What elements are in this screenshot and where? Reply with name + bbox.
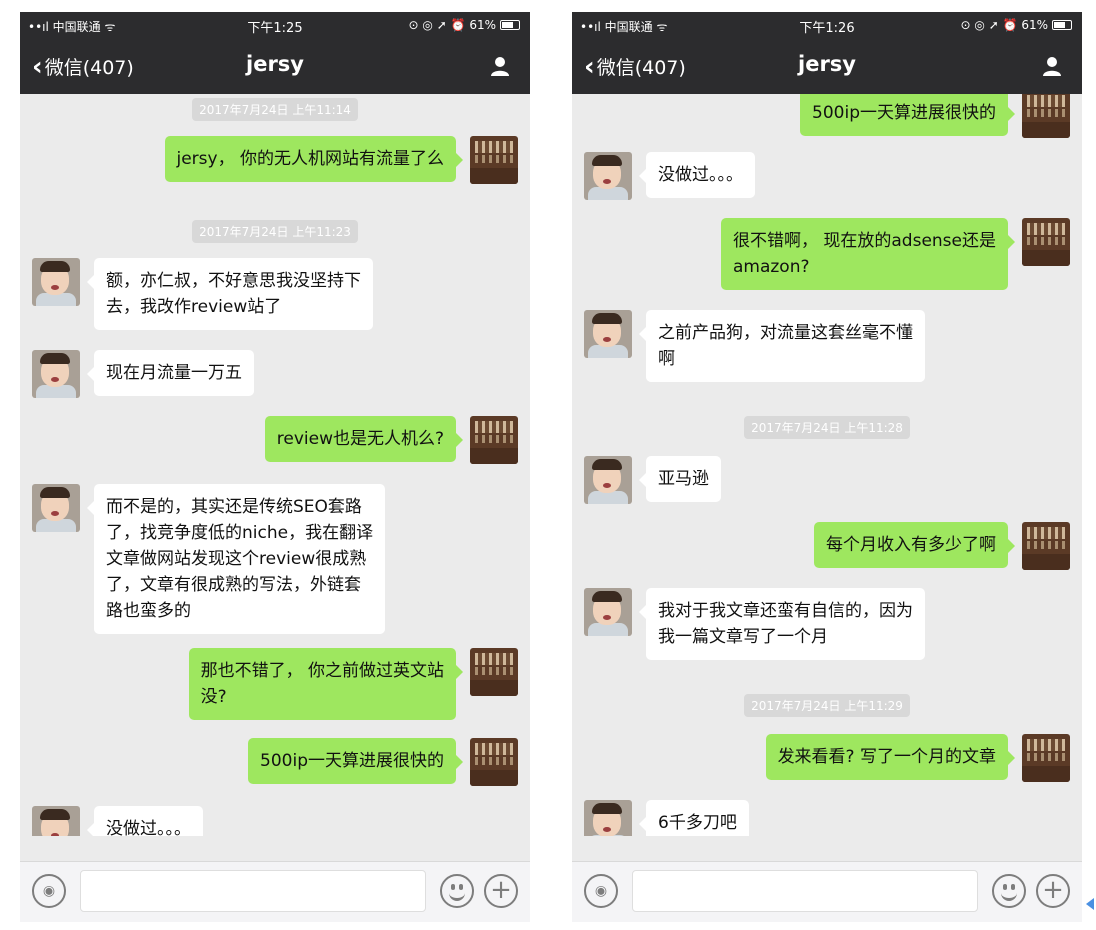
message-bubble[interactable]: 500ip一天算进展很快的: [800, 94, 1015, 136]
phone-screen-right: ••ıl 中国联通 ᯤ 下午1:26 ⊙ ◎ ➚ ⏰ 61% ‹ 微信(407)…: [572, 12, 1082, 922]
status-indicators: ⊙ ◎ ➚ ⏰ 61%: [961, 18, 1072, 32]
timestamp: 2017年7月24日 上午11:28: [572, 416, 1082, 439]
message-bubble[interactable]: 500ip一天算进展很快的: [248, 738, 463, 784]
status-bar: ••ıl 中国联通 ᯤ 下午1:26 ⊙ ◎ ➚ ⏰ 61%: [572, 12, 1082, 38]
avatar[interactable]: [584, 456, 632, 504]
scroll-arrow-icon: [1086, 898, 1094, 910]
emoji-icon[interactable]: [992, 874, 1026, 908]
message-bubble[interactable]: jersy， 你的无人机网站有流量了么: [164, 136, 463, 182]
status-indicators: ⊙ ◎ ➚ ⏰ 61%: [409, 18, 520, 32]
avatar[interactable]: [32, 258, 80, 306]
user-icon[interactable]: [1040, 54, 1064, 78]
avatar[interactable]: [584, 800, 632, 836]
avatar[interactable]: [584, 310, 632, 358]
avatar[interactable]: [584, 588, 632, 636]
avatar[interactable]: [32, 350, 80, 398]
message-bubble[interactable]: 额，亦仁叔，不好意思我没坚持下 去，我改作review站了: [87, 258, 373, 330]
phone-screen-left: ••ıl 中国联通 ᯤ 下午1:25 ⊙ ◎ ➚ ⏰ 61% ‹ 微信(407)…: [20, 12, 530, 922]
message-bubble[interactable]: 没做过。。。: [87, 806, 203, 836]
user-icon[interactable]: [488, 54, 512, 78]
avatar[interactable]: [32, 484, 80, 532]
message-bubble[interactable]: review也是无人机么?: [264, 416, 464, 462]
message-bubble[interactable]: 没做过。。。: [639, 152, 755, 198]
timestamp: 2017年7月24日 上午11:29: [572, 694, 1082, 717]
avatar[interactable]: [1022, 218, 1070, 266]
message-bubble[interactable]: 每个月收入有多少了啊: [814, 522, 1015, 568]
voice-icon[interactable]: ◉: [32, 874, 66, 908]
voice-icon[interactable]: ◉: [584, 874, 618, 908]
message-bubble[interactable]: 现在月流量一万五: [87, 350, 254, 396]
message-bubble[interactable]: 而不是的，其实还是传统SEO套路 了，找竞争度低的niche，我在翻译 文章做网…: [86, 484, 386, 634]
avatar[interactable]: [32, 806, 80, 836]
message-list[interactable]: 500ip一天算进展很快的 没做过。。。 很不错啊， 现在放的adsense还是…: [572, 94, 1082, 836]
avatar[interactable]: [470, 738, 518, 786]
chat-header: ‹ 微信(407) jersy: [20, 38, 530, 94]
timestamp: 2017年7月24日 上午11:23: [20, 220, 530, 243]
timestamp: 2017年7月24日 上午11:14: [20, 98, 530, 121]
avatar[interactable]: [584, 152, 632, 200]
battery-icon: [1052, 20, 1072, 30]
plus-icon[interactable]: +: [1036, 874, 1070, 908]
chat-title: jersy: [246, 52, 304, 76]
emoji-icon[interactable]: [440, 874, 474, 908]
message-list[interactable]: 2017年7月24日 上午11:14 jersy， 你的无人机网站有流量了么 2…: [20, 94, 530, 836]
message-bubble[interactable]: 发来看看? 写了一个月的文章: [765, 734, 1016, 780]
battery-icon: [500, 20, 520, 30]
status-bar: ••ıl 中国联通 ᯤ 下午1:25 ⊙ ◎ ➚ ⏰ 61%: [20, 12, 530, 38]
avatar[interactable]: [470, 648, 518, 696]
message-input[interactable]: [80, 870, 426, 912]
avatar[interactable]: [470, 416, 518, 464]
message-bubble[interactable]: 之前产品狗，对流量这套丝毫不懂 啊: [639, 310, 925, 382]
chat-header: ‹ 微信(407) jersy: [572, 38, 1082, 94]
avatar[interactable]: [1022, 734, 1070, 782]
input-bar: ◉ +: [20, 861, 530, 922]
message-bubble[interactable]: 6千多刀吧: [639, 800, 749, 836]
status-indicators-text: ⊙ ◎ ➚ ⏰ 61%: [408, 18, 496, 32]
message-bubble[interactable]: 亚马逊: [639, 456, 721, 502]
message-bubble[interactable]: 我对于我文章还蛮有自信的，因为 我一篇文章写了一个月: [639, 588, 925, 660]
input-bar: ◉ +: [572, 861, 1082, 922]
plus-icon[interactable]: +: [484, 874, 518, 908]
message-bubble[interactable]: 很不错啊， 现在放的adsense还是 amazon?: [720, 218, 1016, 290]
avatar[interactable]: [1022, 522, 1070, 570]
avatar[interactable]: [1022, 94, 1070, 138]
chat-title: jersy: [798, 52, 856, 76]
status-indicators-text: ⊙ ◎ ➚ ⏰ 61%: [960, 18, 1048, 32]
avatar[interactable]: [470, 136, 518, 184]
message-input[interactable]: [632, 870, 978, 912]
message-bubble[interactable]: 那也不错了， 你之前做过英文站 没?: [188, 648, 464, 720]
